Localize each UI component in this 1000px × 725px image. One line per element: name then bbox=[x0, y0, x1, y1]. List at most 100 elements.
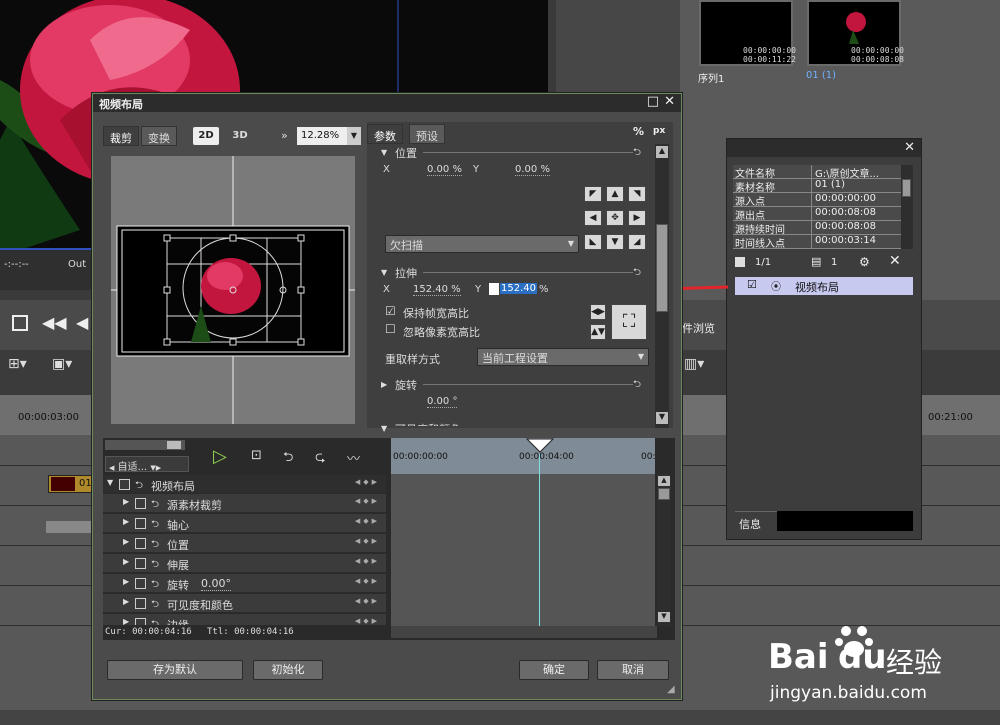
keyframe-nav-icon[interactable]: ◀◆▶ bbox=[355, 497, 380, 505]
align-right-icon[interactable]: ▶ bbox=[628, 210, 646, 226]
expand-rotate-icon[interactable]: ▶ bbox=[381, 380, 387, 389]
keyframe-lanes[interactable] bbox=[391, 474, 655, 626]
expand-icon[interactable]: ▶ bbox=[123, 497, 129, 506]
rotate-value[interactable]: 0.00 ° bbox=[427, 396, 458, 408]
effect-list-item[interactable]: ☑ ⦿ 视频布局 bbox=[735, 277, 913, 295]
track-root[interactable]: ▼ ⮌ 视频布局 ◀◆▶ bbox=[103, 475, 386, 494]
stretch-y-input[interactable]: 152.40 bbox=[500, 283, 537, 294]
swap-vertical-icon[interactable]: ▲▼ bbox=[590, 324, 606, 340]
align-top-icon[interactable]: ▲ bbox=[606, 186, 624, 202]
expand-icon[interactable]: ▶ bbox=[123, 597, 129, 606]
align-center-icon[interactable]: ✥ bbox=[606, 210, 624, 226]
maximize-icon[interactable]: □ bbox=[647, 94, 659, 109]
resize-grip-icon[interactable]: ◢ bbox=[667, 684, 675, 695]
expand-icon[interactable]: ▶ bbox=[123, 557, 129, 566]
swap-horizontal-icon[interactable]: ◀▶ bbox=[590, 304, 606, 320]
zoom-dropdown-icon[interactable]: ▼ bbox=[347, 127, 361, 145]
thumb-sequence[interactable]: 00:00:00:00 00:00:11:22 bbox=[699, 0, 796, 66]
browse-label[interactable]: 件浏览 bbox=[682, 320, 715, 336]
overscan-select[interactable]: 欠扫描 ▼ bbox=[385, 235, 579, 253]
reset-rotate-icon[interactable]: ⮌ bbox=[633, 377, 641, 394]
property-row[interactable]: 源持续时间 00:00:08:08 bbox=[733, 221, 901, 236]
fit-frame-icon[interactable]: ⛶ bbox=[611, 304, 647, 340]
property-row[interactable]: 素材名称 01 (1) bbox=[733, 179, 901, 194]
reset-icon[interactable]: ⮌ bbox=[151, 597, 159, 614]
stop-icon[interactable] bbox=[12, 315, 28, 331]
timeline-clip[interactable]: 01 bbox=[48, 475, 92, 493]
thumb-clip[interactable]: 00:00:00:00 00:00:08:08 bbox=[807, 0, 904, 66]
play-icon[interactable]: ▷ bbox=[213, 446, 227, 467]
info-tab[interactable]: 信息 bbox=[735, 511, 777, 531]
track-row[interactable]: ▶ ⮌ 旋转 0.00° ◀◆▶ bbox=[103, 574, 386, 593]
property-row[interactable]: 源入点 00:00:00:00 bbox=[733, 193, 901, 208]
reset-icon[interactable]: ⮌ bbox=[151, 557, 159, 574]
unit-px[interactable]: px bbox=[653, 126, 665, 136]
track-row[interactable]: ▶ ⮌ 轴心 ◀◆▶ bbox=[103, 514, 386, 533]
keyframe-add-icon[interactable]: ⊡ bbox=[251, 448, 262, 463]
track-checkbox[interactable] bbox=[135, 538, 146, 549]
keyframe-nav-icon[interactable]: ◀◆▶ bbox=[355, 537, 380, 545]
collapse-position-icon[interactable]: ▼ bbox=[381, 148, 387, 157]
save-icon[interactable]: ⊞▾ bbox=[8, 356, 27, 372]
tab-params[interactable]: 参数 bbox=[367, 124, 403, 144]
keep-aspect-checkbox[interactable]: ☑ bbox=[385, 304, 396, 318]
resample-select[interactable]: 当前工程设置 ▼ bbox=[477, 348, 649, 366]
chevron-right-icon[interactable]: » bbox=[281, 129, 288, 142]
tab-crop[interactable]: 裁剪 bbox=[103, 126, 139, 146]
properties-scrollbar[interactable] bbox=[901, 165, 913, 249]
track-checkbox[interactable] bbox=[135, 558, 146, 569]
track-rotate-value[interactable]: 0.00° bbox=[201, 577, 231, 591]
transform-canvas[interactable] bbox=[111, 156, 355, 424]
expand-icon[interactable]: ▶ bbox=[123, 617, 129, 625]
expand-icon[interactable]: ▶ bbox=[123, 577, 129, 586]
graph-icon[interactable]: 〰 bbox=[347, 448, 360, 467]
dialog-titlebar[interactable]: 视频布局 □ ✕ bbox=[93, 94, 681, 112]
property-row[interactable]: 时间线入点 00:00:03:14 bbox=[733, 235, 901, 249]
track-row[interactable]: ▶ ⮌ 可见度和颜色 ◀◆▶ bbox=[103, 594, 386, 613]
zoom-input[interactable]: 12.28% bbox=[297, 127, 347, 145]
ok-button[interactable]: 确定 bbox=[519, 660, 589, 680]
disk-icon[interactable]: ▣▾ bbox=[52, 356, 72, 372]
timeline-zoom-slider[interactable] bbox=[105, 440, 185, 450]
next-keyframe-icon[interactable]: ⮎ bbox=[315, 448, 325, 470]
align-bottom-icon[interactable]: ▼ bbox=[606, 234, 624, 250]
position-y-value[interactable]: 0.00 % bbox=[515, 164, 550, 176]
reset-icon[interactable]: ⮌ bbox=[151, 577, 159, 594]
delete-icon[interactable]: ✕ bbox=[889, 253, 901, 269]
reset-icon[interactable]: ⮌ bbox=[151, 537, 159, 554]
keyframe-scrollbar[interactable]: ▲ ▼ bbox=[657, 474, 671, 626]
track-row[interactable]: ▶ ⮌ 伸展 ◀◆▶ bbox=[103, 554, 386, 573]
tab-transform[interactable]: 变换 bbox=[141, 126, 177, 146]
settings-icon[interactable]: ⚙ bbox=[859, 255, 870, 269]
prev-keyframe-icon[interactable]: ⮌ bbox=[283, 448, 293, 470]
align-top-right-icon[interactable]: ◥ bbox=[628, 186, 646, 202]
mode-2d-button[interactable]: 2D bbox=[193, 127, 219, 145]
keyframe-nav-icon[interactable]: ◀◆▶ bbox=[355, 557, 380, 565]
track-checkbox[interactable] bbox=[135, 518, 146, 529]
reset-stretch-icon[interactable]: ⮌ bbox=[633, 265, 641, 282]
init-button[interactable]: 初始化 bbox=[253, 660, 323, 680]
effect-checkbox[interactable]: ☑ bbox=[747, 278, 757, 291]
reset-icon[interactable]: ⮌ bbox=[151, 517, 159, 534]
keyframe-nav-icon[interactable]: ◀◆▶ bbox=[355, 577, 380, 585]
close-icon[interactable]: ✕ bbox=[904, 140, 915, 155]
align-bottom-left-icon[interactable]: ◣ bbox=[584, 234, 602, 250]
rewind-icon[interactable]: ◀◀ bbox=[42, 313, 67, 332]
track-row[interactable]: ▶ ⮌ 源素材裁剪 ◀◆▶ bbox=[103, 494, 386, 513]
align-left-icon[interactable]: ◀ bbox=[584, 210, 602, 226]
property-row[interactable]: 源出点 00:00:08:08 bbox=[733, 207, 901, 222]
keyframe-hscroll[interactable] bbox=[391, 626, 657, 638]
keyframe-nav-icon[interactable]: ◀◆▶ bbox=[355, 617, 380, 625]
position-x-value[interactable]: 0.00 % bbox=[427, 164, 462, 176]
expand-icon[interactable]: ▶ bbox=[123, 537, 129, 546]
keyframe-ruler[interactable]: 00:00:00:00 00:00:04:00 00: bbox=[391, 438, 655, 474]
track-checkbox[interactable] bbox=[135, 498, 146, 509]
step-back-icon[interactable]: ◀ bbox=[76, 313, 88, 332]
track-checkbox[interactable] bbox=[135, 618, 146, 625]
track-row[interactable]: ▶ ⮌ 边缘 ◀◆▶ bbox=[103, 614, 386, 625]
expand-icon[interactable]: ▶ bbox=[123, 517, 129, 526]
cancel-button[interactable]: 取消 bbox=[597, 660, 669, 680]
ignore-pixel-checkbox[interactable]: ☐ bbox=[385, 322, 396, 336]
align-bottom-right-icon[interactable]: ◢ bbox=[628, 234, 646, 250]
keyframe-nav-icon[interactable]: ◀◆▶ bbox=[355, 597, 380, 605]
